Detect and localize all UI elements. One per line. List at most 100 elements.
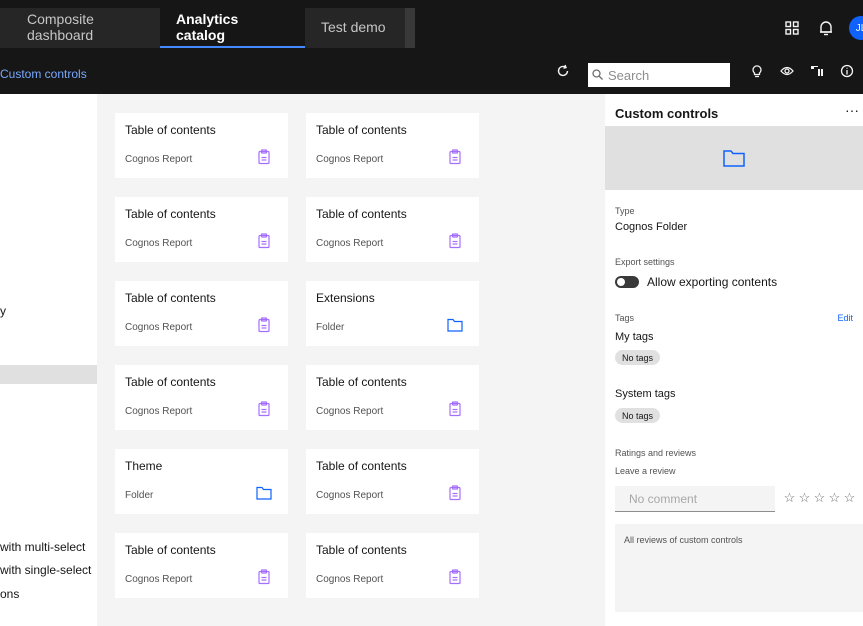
report-icon [447, 233, 463, 249]
star-icon[interactable]: ☆ [827, 490, 842, 506]
report-icon [256, 401, 272, 417]
card-type: Cognos Report [125, 406, 193, 417]
ratings-label: Ratings and reviews [615, 448, 697, 458]
comment-input[interactable] [629, 491, 769, 506]
card-type: Cognos Report [316, 490, 384, 501]
card-type: Folder [316, 322, 345, 333]
report-icon [256, 317, 272, 333]
all-reviews-label: All reviews of custom controls [624, 535, 743, 545]
catalog-card[interactable]: Table of contents Cognos Report [115, 365, 288, 430]
card-title: Table of contents [125, 207, 216, 221]
nav-item[interactable]: with multi-select [0, 540, 85, 554]
overflow-menu-icon[interactable]: ··· [845, 102, 859, 118]
tab-bar: Composite dashboard Analytics catalog Te… [0, 8, 415, 48]
star-icon[interactable]: ☆ [842, 490, 857, 506]
card-title: Table of contents [316, 459, 407, 473]
lineage-icon[interactable] [802, 64, 832, 86]
card-type: Cognos Report [125, 238, 193, 249]
catalog-card[interactable]: Table of contents Cognos Report [306, 113, 479, 178]
switcher-icon[interactable] [775, 8, 809, 48]
toolbar-actions [742, 64, 862, 86]
report-icon [447, 401, 463, 417]
leave-review-label: Leave a review [615, 466, 676, 476]
lightbulb-icon[interactable] [742, 64, 772, 86]
nav-item-selected[interactable] [0, 365, 97, 384]
card-type: Folder [125, 490, 154, 501]
nav-item[interactable]: y [0, 304, 6, 318]
card-type: Cognos Report [316, 154, 384, 165]
card-title: Table of contents [316, 207, 407, 221]
report-icon [447, 485, 463, 501]
refresh-icon[interactable] [553, 64, 573, 84]
tab-analytics-catalog[interactable]: Analytics catalog [160, 8, 305, 48]
toolbar: Custom controls [0, 56, 863, 94]
card-title: Table of contents [125, 375, 216, 389]
card-title: Extensions [316, 291, 375, 305]
search-icon [592, 68, 608, 83]
star-rating: ☆ ☆ ☆ ☆ ☆ [782, 490, 857, 506]
search-box [588, 63, 730, 87]
card-type: Cognos Report [316, 238, 384, 249]
tags-label: Tags [615, 313, 635, 323]
catalog-card[interactable]: Table of contents Cognos Report [115, 533, 288, 598]
breadcrumb[interactable]: Custom controls [0, 67, 87, 81]
card-type: Cognos Report [316, 406, 384, 417]
report-icon [256, 569, 272, 585]
card-title: Table of contents [316, 375, 407, 389]
notification-icon[interactable] [809, 8, 843, 48]
export-settings-label: Export settings [615, 257, 675, 267]
catalog-card[interactable]: Theme Folder [115, 449, 288, 514]
comment-box [615, 486, 775, 512]
catalog-card[interactable]: Table of contents Cognos Report [306, 533, 479, 598]
card-type: Cognos Report [316, 574, 384, 585]
card-type: Cognos Report [125, 154, 193, 165]
user-avatar[interactable]: JL [849, 16, 863, 40]
card-title: Table of contents [125, 123, 216, 137]
nav-item[interactable]: with single-select [0, 563, 91, 577]
folder-icon [256, 485, 272, 501]
card-title: Theme [125, 459, 163, 473]
type-value: Cognos Folder [615, 221, 688, 233]
system-tags-label: System tags [615, 388, 676, 400]
system-tags-pill: No tags [615, 408, 661, 423]
catalog-card[interactable]: Extensions Folder [306, 281, 479, 346]
card-title: Table of contents [316, 543, 407, 557]
export-toggle-label: Allow exporting contents [647, 275, 778, 289]
type-label: Type [615, 206, 635, 216]
my-tags-pill: No tags [615, 350, 661, 365]
search-input[interactable] [608, 67, 723, 83]
card-title: Table of contents [125, 291, 216, 305]
details-panel: Custom controls ··· Type Cognos Folder E… [605, 94, 863, 626]
catalog-card[interactable]: Table of contents Cognos Report [115, 113, 288, 178]
nav-item[interactable]: ons [0, 587, 19, 601]
report-icon [256, 149, 272, 165]
export-toggle[interactable] [615, 276, 639, 288]
catalog-card[interactable]: Table of contents Cognos Report [306, 365, 479, 430]
folder-icon [723, 150, 745, 167]
tab-composite-dashboard[interactable]: Composite dashboard [0, 8, 160, 48]
details-preview [605, 126, 863, 190]
folder-icon [447, 317, 463, 333]
catalog-card[interactable]: Table of contents Cognos Report [115, 281, 288, 346]
info-icon[interactable] [832, 64, 862, 86]
card-type: Cognos Report [125, 574, 193, 585]
view-icon[interactable] [772, 64, 802, 86]
top-bar-actions: JL [775, 8, 863, 48]
tab-test-demo[interactable]: Test demo [305, 8, 405, 48]
navigation-panel: y with multi-select with single-select o… [0, 94, 97, 626]
catalog-card[interactable]: Table of contents Cognos Report [306, 197, 479, 262]
star-icon[interactable]: ☆ [782, 490, 797, 506]
star-icon[interactable]: ☆ [797, 490, 812, 506]
top-bar: Composite dashboard Analytics catalog Te… [0, 0, 863, 56]
reviews-list: All reviews of custom controls [615, 524, 863, 612]
report-icon [447, 149, 463, 165]
card-title: Table of contents [316, 123, 407, 137]
card-title: Table of contents [125, 543, 216, 557]
star-icon[interactable]: ☆ [812, 490, 827, 506]
report-icon [256, 233, 272, 249]
catalog-card[interactable]: Table of contents Cognos Report [306, 449, 479, 514]
edit-tags-link[interactable]: Edit [837, 313, 853, 323]
card-type: Cognos Report [125, 322, 193, 333]
report-icon [447, 569, 463, 585]
catalog-card[interactable]: Table of contents Cognos Report [115, 197, 288, 262]
